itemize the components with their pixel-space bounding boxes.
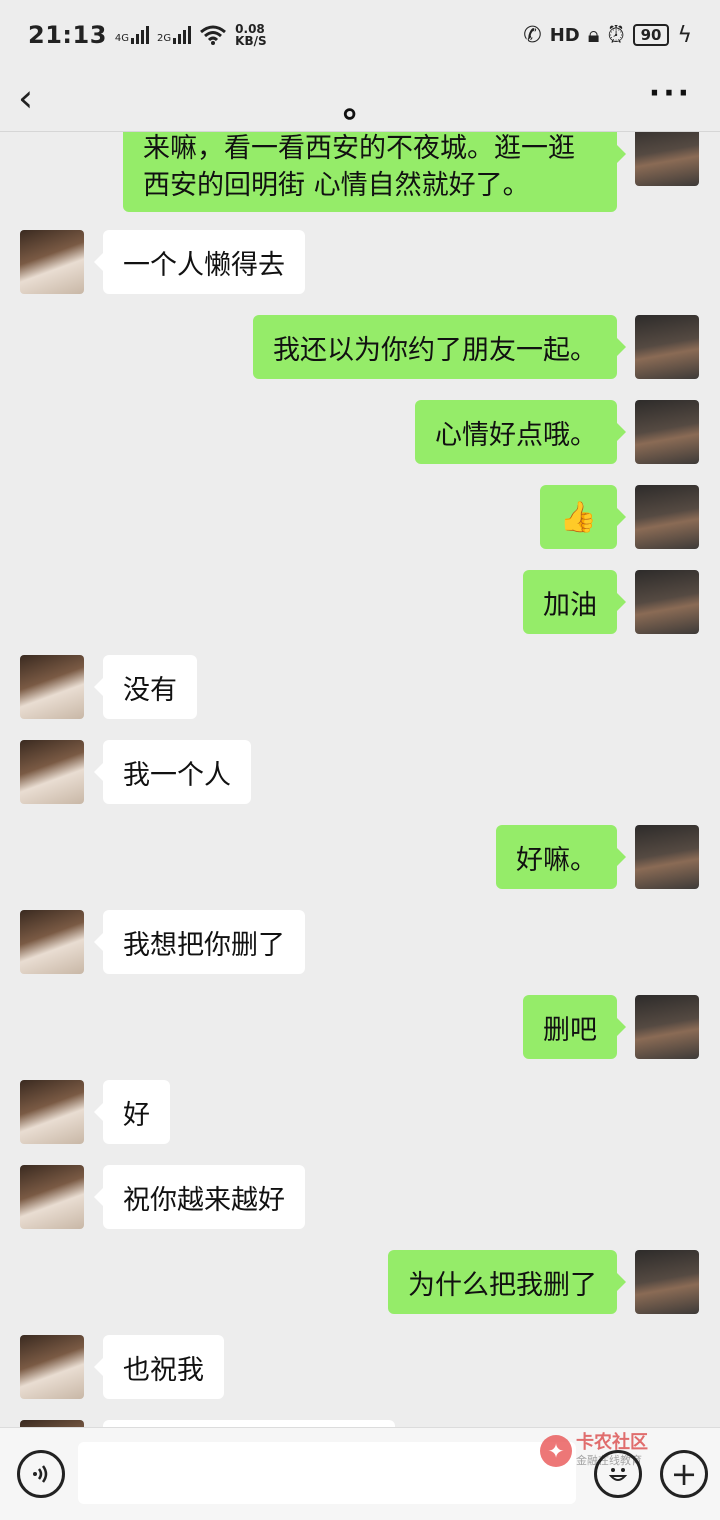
signal-bars-icon [173, 26, 192, 44]
message-input[interactable] [78, 1442, 576, 1504]
contact-avatar[interactable] [20, 740, 84, 804]
contact-avatar[interactable] [20, 230, 84, 294]
self-avatar[interactable] [635, 825, 699, 889]
signal-2g-label: 2G [157, 33, 172, 44]
status-bar: 21:13 4G 2G 0.08 KB/S ✆ HD 🔒︎ ⏰︎ 90 ϟ [0, 0, 720, 70]
battery-indicator: 90 [632, 24, 670, 46]
status-right: ✆ HD 🔒︎ ⏰︎ 90 ϟ [523, 23, 692, 48]
voice-icon[interactable] [17, 1450, 65, 1498]
message-bubble-partial[interactable] [103, 1420, 395, 1427]
emoji-icon[interactable] [594, 1450, 642, 1498]
contact-avatar[interactable] [20, 1335, 84, 1399]
signal-4g: 4G [114, 26, 150, 44]
self-avatar[interactable] [635, 132, 699, 186]
self-avatar[interactable] [635, 400, 699, 464]
message-bubble[interactable]: 好 [94, 1080, 170, 1144]
message-bubble[interactable]: 一个人懒得去 [94, 230, 305, 294]
watermark-logo-icon: ✦ [540, 1435, 572, 1467]
smiley-face-icon [608, 1468, 628, 1481]
self-avatar[interactable] [635, 315, 699, 379]
self-avatar[interactable] [635, 995, 699, 1059]
message-bubble[interactable]: 为什么把我删了 [388, 1250, 626, 1314]
net-speed: 0.08 KB/S [235, 23, 266, 47]
message-bubble[interactable]: 祝你越来越好 [94, 1165, 305, 1229]
message-bubble[interactable]: 来嘛，看一看西安的不夜城。逛一逛西安的回明街 心情自然就好了。 [123, 132, 626, 212]
watermark-title: 卡农社区 [576, 1432, 648, 1453]
message-list[interactable]: 来嘛，看一看西安的不夜城。逛一逛西安的回明街 心情自然就好了。 一个人懒得去 我… [0, 132, 720, 1427]
signal-bars-icon [131, 26, 150, 44]
message-bubble[interactable]: 好嘛。 [496, 825, 626, 889]
contact-avatar[interactable] [20, 1080, 84, 1144]
contact-avatar[interactable] [20, 655, 84, 719]
charging-icon: ϟ [677, 22, 692, 48]
alarm-icon: ⏰︎ [607, 22, 625, 48]
signal-4g-label: 4G [114, 33, 130, 44]
message-bubble[interactable]: 我还以为你约了朋友一起。 [253, 315, 626, 379]
self-avatar[interactable] [635, 570, 699, 634]
message-bubble[interactable]: 加油 [523, 570, 626, 634]
status-time: 21:13 [28, 21, 107, 49]
net-speed-unit: KB/S [235, 34, 267, 48]
plus-icon[interactable]: + [660, 1450, 708, 1498]
contact-avatar[interactable] [20, 1165, 84, 1229]
message-bubble[interactable]: 心情好点哦。 [415, 400, 626, 464]
message-bubble[interactable]: 没有 [94, 655, 197, 719]
message-bubble[interactable]: 我一个人 [94, 740, 251, 804]
self-avatar[interactable] [635, 485, 699, 549]
input-bar: ✦ 卡农社区 金融在线教育 + [0, 1427, 720, 1520]
message-bubble[interactable]: 删吧 [523, 995, 626, 1059]
voice-waves-icon [33, 1465, 48, 1483]
lock-icon: 🔒︎ [587, 22, 600, 48]
hd-icon: HD [549, 24, 580, 46]
signal-2g: 2G [157, 26, 192, 44]
thumbs-up-icon[interactable]: 👍 [539, 485, 627, 549]
status-left: 21:13 4G 2G 0.08 KB/S [28, 21, 267, 49]
call-icon: ✆ [523, 22, 542, 48]
message-bubble[interactable]: 我想把你删了 [94, 910, 305, 974]
contact-avatar[interactable] [20, 1420, 84, 1427]
message-bubble[interactable]: 也祝我 [94, 1335, 224, 1399]
chat-header: ‹ 。 ··· [0, 70, 720, 132]
more-icon[interactable]: ··· [649, 76, 692, 111]
contact-avatar[interactable] [20, 910, 84, 974]
chat-title: 。 [343, 86, 377, 126]
wifi-icon [200, 25, 227, 45]
self-avatar[interactable] [635, 1250, 699, 1314]
